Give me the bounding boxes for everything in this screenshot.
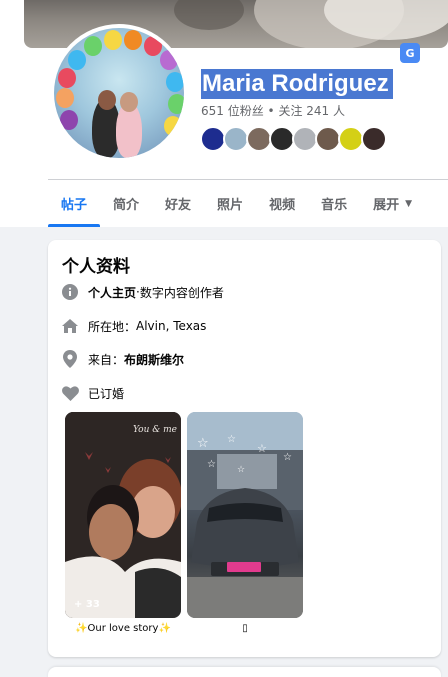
info-row-location: 所在地： Alvin, Texas	[61, 316, 206, 336]
following-link[interactable]: 关注 241 人	[278, 104, 345, 118]
tab-friends[interactable]: 好友	[152, 180, 204, 227]
from-label: 来自：	[88, 352, 125, 367]
svg-text:☆: ☆	[227, 434, 236, 445]
profile-header: G Maria Rodriguez 651 位粉丝 • 关注 241 人 帖子 …	[0, 0, 448, 227]
translate-icon[interactable]: G	[400, 43, 420, 63]
tab-more[interactable]: 展开 ▼	[360, 180, 425, 227]
highlight-1[interactable]: You & me + 33	[65, 412, 181, 618]
next-card	[48, 667, 441, 677]
svg-text:You & me: You & me	[133, 425, 177, 435]
highlight-2[interactable]: ☆ ☆ ☆ ☆ ☆ ☆	[187, 412, 303, 618]
svg-text:☆: ☆	[207, 459, 216, 470]
tab-about[interactable]: 简介	[100, 180, 152, 227]
from-value[interactable]: 布朗斯维尔	[124, 351, 184, 368]
highlight-2-photo: ☆ ☆ ☆ ☆ ☆ ☆	[187, 412, 303, 618]
highlight-1-count: + 33	[74, 599, 100, 610]
tab-photos[interactable]: 照片	[204, 180, 256, 227]
profile-page: G Maria Rodriguez 651 位粉丝 • 关注 241 人 帖子 …	[0, 0, 448, 677]
highlight-2-label: ▯	[242, 623, 248, 634]
tab-posts[interactable]: 帖子	[48, 180, 101, 227]
followers-link[interactable]: 651 位粉丝	[201, 104, 264, 118]
profile-name: Maria Rodriguez	[201, 69, 393, 99]
friend-avatar[interactable]	[361, 126, 387, 152]
svg-text:☆: ☆	[257, 442, 267, 455]
follow-stats: 651 位粉丝 • 关注 241 人	[201, 104, 345, 118]
avatar-image	[54, 28, 184, 158]
profile-avatar[interactable]	[50, 24, 188, 162]
location-pin-icon	[61, 350, 79, 368]
tab-music[interactable]: 音乐	[308, 180, 360, 227]
location-label: 所在地：	[88, 319, 137, 334]
intro-card: 个人资料 个人主页 · 数字内容创作者 所在地： Alvin, Texas 来自：…	[48, 240, 441, 657]
svg-text:☆: ☆	[237, 465, 245, 475]
location-value[interactable]: Alvin, Texas	[136, 319, 206, 333]
tab-videos[interactable]: 视频	[256, 180, 308, 227]
info-row-hometown: 来自： 布朗斯维尔	[61, 349, 184, 369]
page-label[interactable]: 个人主页	[88, 284, 136, 301]
profile-tabs: 帖子 简介 好友 照片 视频 音乐 展开 ▼	[48, 180, 425, 227]
page-category: 数字内容创作者	[139, 285, 224, 300]
svg-text:☆: ☆	[197, 436, 209, 451]
info-row-relationship: 已订婚	[61, 383, 124, 403]
intro-title: 个人资料	[62, 257, 130, 277]
svg-text:☆: ☆	[283, 452, 292, 463]
info-icon	[61, 283, 79, 301]
caret-down-icon: ▼	[405, 198, 413, 209]
highlight-1-photo: You & me	[65, 412, 181, 618]
highlight-1-label: ✨Our love story✨	[75, 623, 171, 634]
relationship-status: 已订婚	[88, 386, 125, 401]
heart-icon	[61, 384, 79, 402]
info-row-page: 个人主页 · 数字内容创作者	[61, 282, 224, 302]
friend-avatars	[200, 126, 387, 152]
home-icon	[61, 317, 79, 335]
